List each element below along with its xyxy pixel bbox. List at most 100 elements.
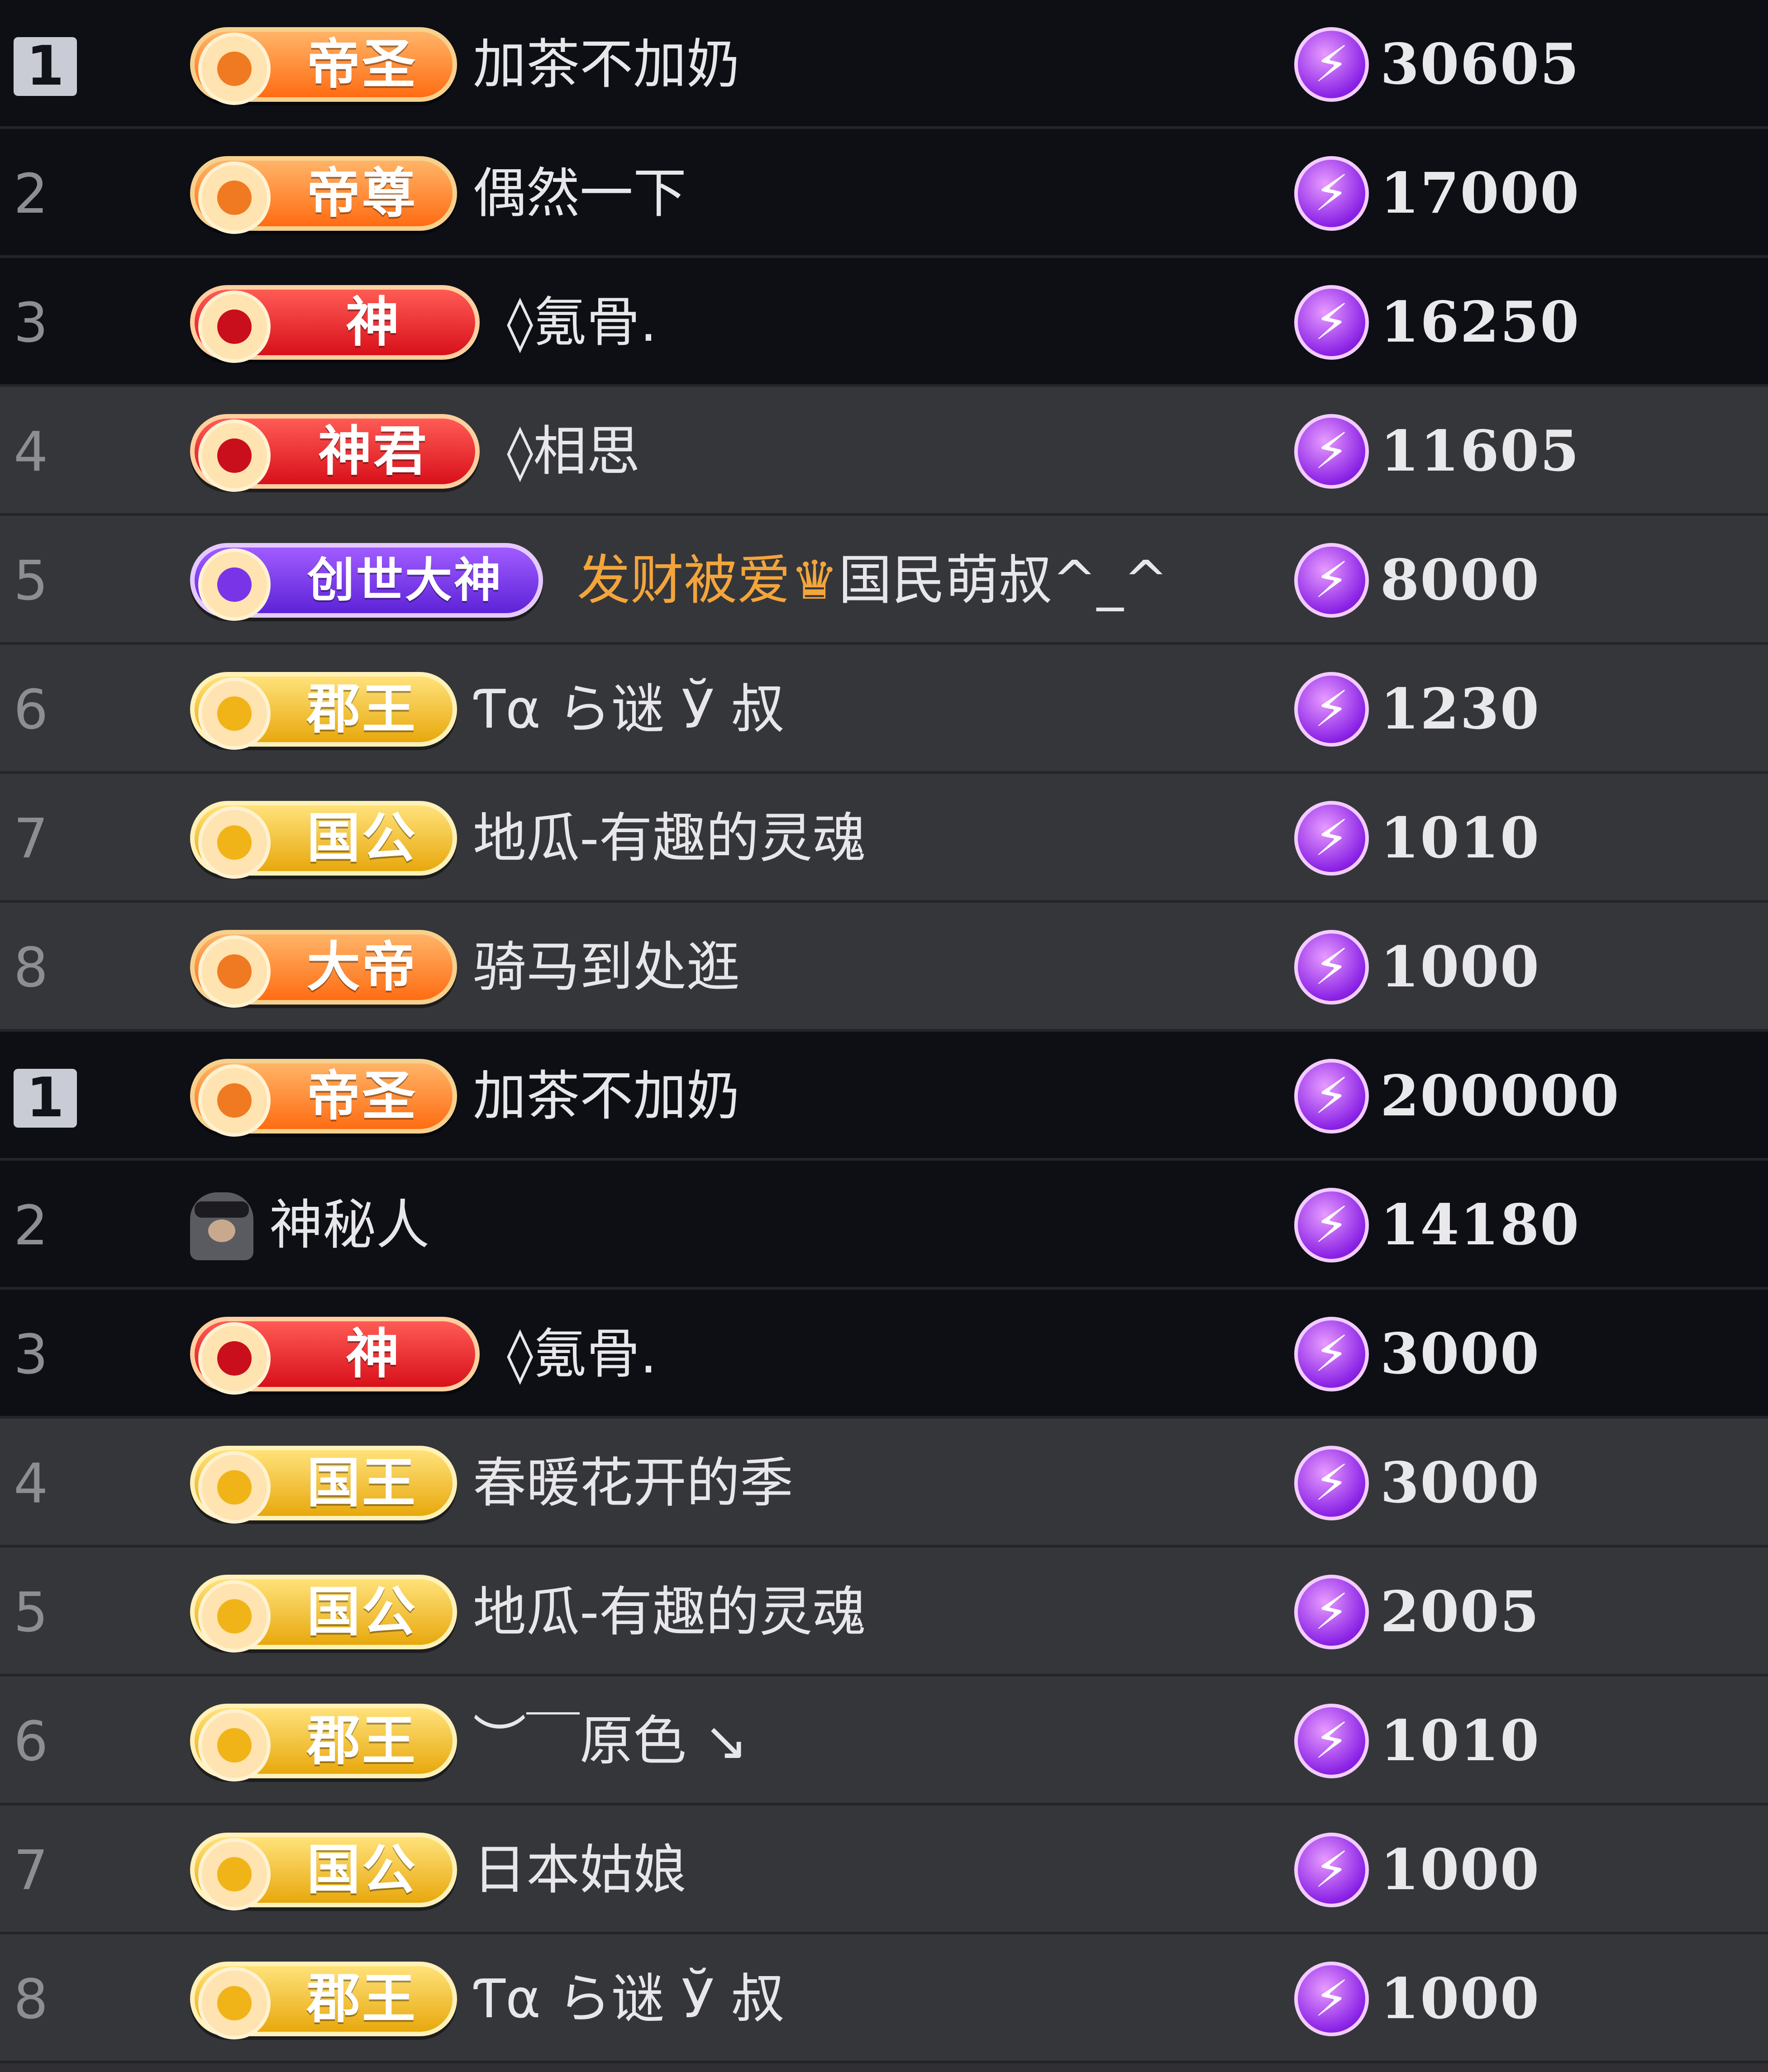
lightning-coin-icon: ⚡ (1294, 27, 1369, 102)
rank-badge: 神 (190, 1317, 480, 1395)
rank-number: 3 (14, 292, 48, 355)
rank-badge-label: 郡王 (306, 1967, 417, 2030)
rank-number: 5 (14, 1581, 48, 1644)
leaderboard-row[interactable]: 5 创世大神 发财被爱♛国民萌叔^_^ ⚡ 8000 (0, 516, 1768, 645)
user-name[interactable]: Ƭα ら谜 Ў 叔 (473, 1962, 784, 2036)
contribution-score: 3000 (1380, 1321, 1540, 1387)
rank-badge-label: 神君 (318, 420, 429, 482)
leaderboard-row[interactable]: 1 帝圣 加茶不加奶 ⚡ 200000 (0, 1032, 1768, 1161)
leaderboard-row[interactable]: 3 神 ◊氪骨. ⚡ 3000 (0, 1290, 1768, 1419)
rank-number: 8 (14, 937, 48, 1000)
rank-badge-label: 国公 (306, 807, 417, 869)
leaderboard-row[interactable]: 6 郡王 ︶￣原色 ↘ ⚡ 1010 (0, 1677, 1768, 1805)
rank-number: 4 (14, 421, 48, 484)
leaderboard-row[interactable]: 5 国公 地瓜-有趣的灵魂 ⚡ 2005 (0, 1548, 1768, 1677)
contribution-score: 1000 (1380, 1966, 1540, 2032)
user-name[interactable]: ︶￣原色 ↘ (473, 1704, 748, 1778)
user-name[interactable]: Ƭα ら谜 Ў 叔 (473, 672, 784, 747)
rank-badge: 国公 (190, 801, 457, 879)
emperor-medal-icon (198, 33, 271, 105)
leaderboard-row[interactable]: 8 郡王 Ƭα ら谜 Ў 叔 ⚡ 1000 (0, 1934, 1768, 2063)
gold-medal-icon (198, 1838, 271, 1910)
rank-badge-label: 神 (345, 1323, 401, 1385)
god-medal-icon (198, 291, 271, 363)
contribution-score: 1230 (1380, 676, 1540, 742)
leaderboard-row[interactable]: 7 国公 日本姑娘 ⚡ 1000 (0, 1805, 1768, 1934)
user-name[interactable]: 骑马到处逛 (473, 930, 740, 1005)
emperor-medal-icon (198, 162, 271, 234)
contribution-score: 17000 (1380, 161, 1580, 226)
rank-number: 4 (14, 1453, 48, 1515)
rank-number: 2 (14, 1195, 48, 1257)
contribution-score: 1010 (1380, 1708, 1540, 1774)
lightning-coin-icon: ⚡ (1294, 1704, 1369, 1778)
lightning-coin-icon: ⚡ (1294, 1446, 1369, 1520)
leaderboard-row[interactable]: 7 国公 地瓜-有趣的灵魂 ⚡ 1010 (0, 774, 1768, 903)
user-name[interactable]: ◊氪骨. (507, 1317, 657, 1391)
ranking-lists: 1 帝圣 加茶不加奶 ⚡ 30605 2 帝尊 偶然一下 ⚡ 17000 3 神 ◊氪骨. ⚡ 16250 4… (0, 0, 1768, 2072)
leaderboard-row[interactable]: 2 帝尊 偶然一下 ⚡ 17000 (0, 129, 1768, 258)
contribution-score: 200000 (1380, 1063, 1620, 1129)
gold-medal-icon (198, 806, 271, 879)
rank-badge: 创世大神 (190, 543, 543, 621)
leaderboard-row[interactable]: 4 国王 春暖花开的季 ⚡ 3000 (0, 1419, 1768, 1548)
rank-badge: 国王 (190, 1446, 457, 1524)
lightning-coin-icon: ⚡ (1294, 1833, 1369, 1907)
rank-badge-label: 郡王 (306, 678, 417, 740)
user-name[interactable]: 发财被爱♛国民萌叔^_^ (577, 543, 1168, 618)
lightning-coin-icon: ⚡ (1294, 1962, 1369, 2036)
user-name[interactable]: 偶然一下 (473, 156, 686, 231)
contribution-score: 8000 (1380, 548, 1540, 613)
rank-badge: 郡王 (190, 1704, 457, 1781)
leaderboard-row[interactable]: 2 神秘人 ⚡ 14180 (0, 1161, 1768, 1290)
contribution-score: 1000 (1380, 1837, 1540, 1903)
rank-badge: 郡王 (190, 672, 457, 750)
user-name[interactable]: 地瓜-有趣的灵魂 (473, 1575, 866, 1649)
rank-badge: 国公 (190, 1833, 457, 1910)
rank-badge-label: 国公 (306, 1581, 417, 1643)
user-name[interactable]: 加茶不加奶 (473, 1059, 740, 1134)
lightning-coin-icon: ⚡ (1294, 801, 1369, 876)
user-name-prefix: 发财被爱 (577, 549, 791, 611)
leaderboard-row[interactable]: 8 大帝 骑马到处逛 ⚡ 1000 (0, 903, 1768, 1032)
lightning-coin-icon: ⚡ (1294, 156, 1369, 231)
leaderboard-row[interactable]: 3 神 ◊氪骨. ⚡ 16250 (0, 258, 1768, 387)
contribution-score: 3000 (1380, 1450, 1540, 1516)
rank-number: 6 (14, 1710, 48, 1773)
lightning-coin-icon: ⚡ (1294, 1188, 1369, 1262)
rank-badge: 帝圣 (190, 1059, 457, 1137)
lightning-coin-icon: ⚡ (1294, 414, 1369, 489)
gold-medal-icon (198, 1967, 271, 2039)
rank-number: 5 (14, 550, 48, 613)
user-name[interactable]: 日本姑娘 (473, 1833, 686, 1907)
user-name[interactable]: ◊相思 (507, 414, 640, 489)
leaderboard-row[interactable]: 1 帝圣 加茶不加奶 ⚡ 30605 (0, 0, 1768, 129)
leaderboard-row[interactable]: 4 神君 ◊相思 ⚡ 11605 (0, 387, 1768, 516)
rank-badge-label: 郡王 (306, 1710, 417, 1772)
lightning-coin-icon: ⚡ (1294, 285, 1369, 360)
user-name[interactable]: 加茶不加奶 (473, 27, 740, 102)
lightning-coin-icon: ⚡ (1294, 930, 1369, 1005)
user-name[interactable]: 春暖花开的季 (473, 1446, 793, 1520)
user-name[interactable]: 地瓜-有趣的灵魂 (473, 801, 866, 876)
lightning-coin-icon: ⚡ (1294, 1317, 1369, 1391)
leaderboard-row[interactable]: 6 郡王 Ƭα ら谜 Ў 叔 ⚡ 1230 (0, 645, 1768, 774)
rank-number: 8 (14, 1968, 48, 2031)
mystery-person-icon (190, 1192, 253, 1260)
rank-badge-label: 国公 (306, 1839, 417, 1901)
gold-medal-icon (198, 677, 271, 750)
rank-badge: 神 (190, 285, 480, 363)
rank-badge: 神君 (190, 414, 480, 492)
contribution-score: 16250 (1380, 290, 1580, 355)
rank-number: 1 (14, 37, 77, 96)
god-medal-icon (198, 419, 271, 492)
contribution-score: 2005 (1380, 1579, 1540, 1645)
user-name[interactable]: 神秘人 (269, 1188, 429, 1262)
user-name[interactable]: ◊氪骨. (507, 285, 657, 360)
lightning-coin-icon: ⚡ (1294, 1059, 1369, 1134)
emperor-medal-icon (198, 935, 271, 1008)
rank-badge: 帝圣 (190, 27, 457, 105)
gold-medal-icon (198, 1451, 271, 1524)
rank-badge: 大帝 (190, 930, 457, 1008)
rank-badge: 郡王 (190, 1962, 457, 2039)
